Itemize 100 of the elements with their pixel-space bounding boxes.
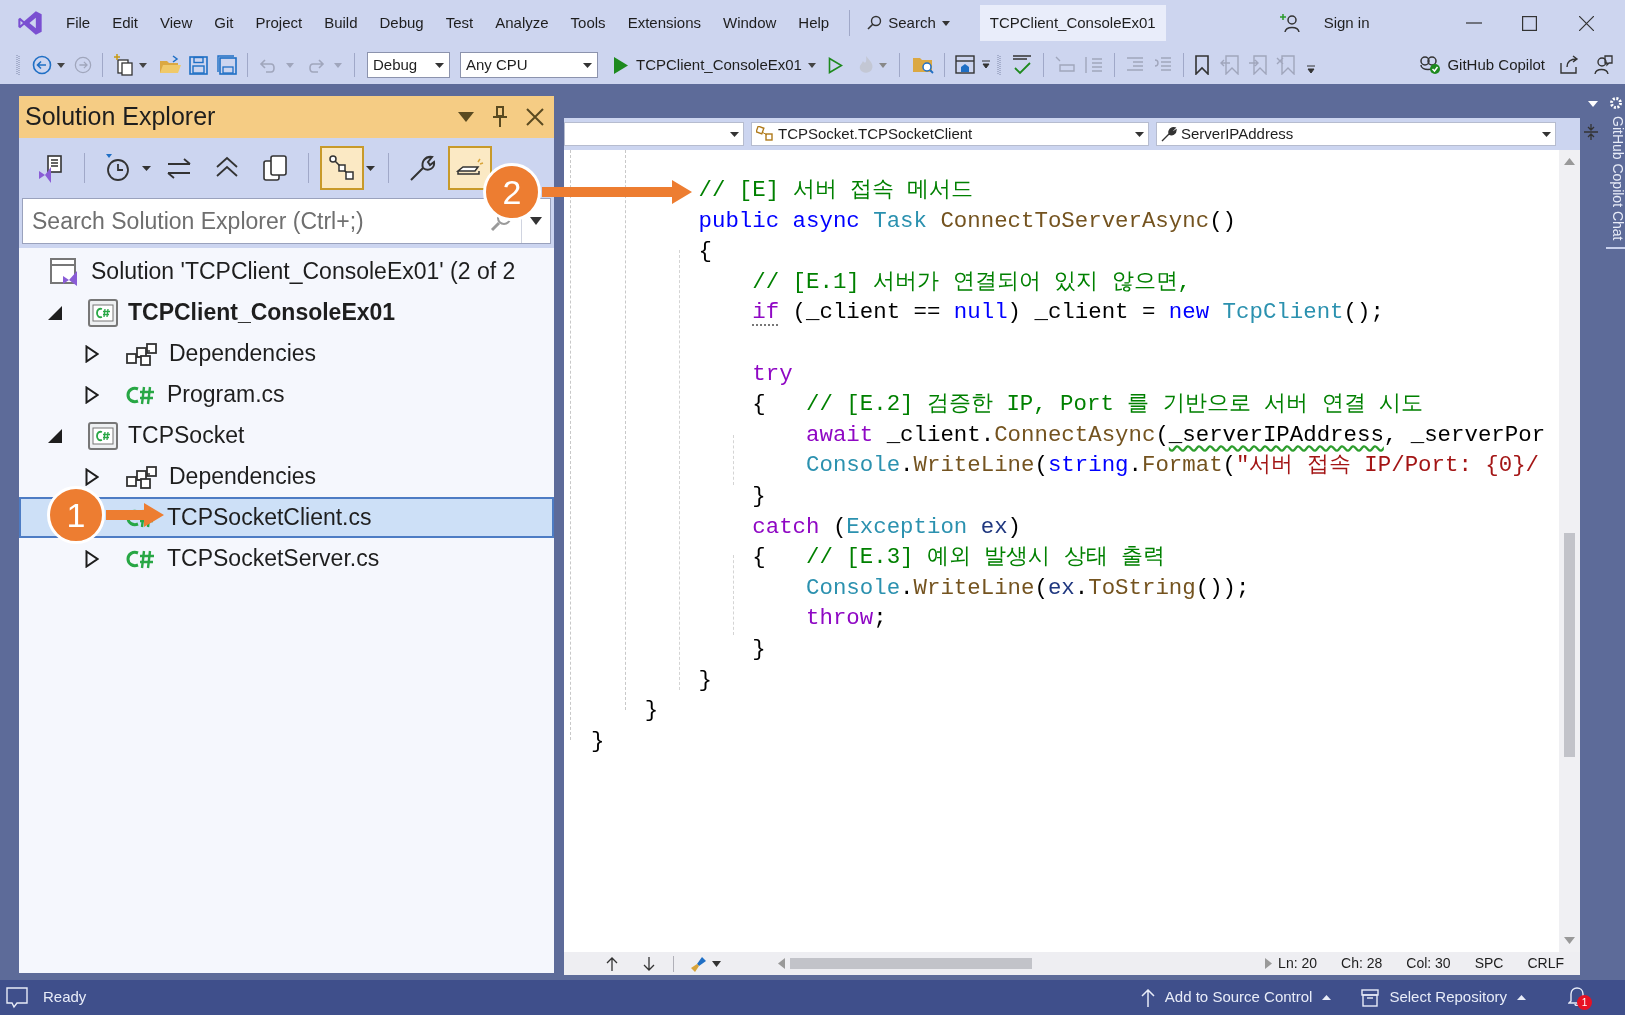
copy-icon <box>260 153 290 183</box>
menu-item[interactable]: Analyze <box>487 8 557 38</box>
menu-item[interactable]: Project <box>247 8 311 38</box>
arrow-up-icon[interactable] <box>606 956 618 971</box>
split-icon[interactable] <box>1584 124 1598 140</box>
window-icon[interactable] <box>954 55 975 75</box>
caret-icon[interactable] <box>530 217 542 225</box>
tree-item[interactable]: Dependencies <box>19 333 554 374</box>
close-icon[interactable] <box>526 108 544 126</box>
code-line: if (_client == null) _client = new TcpClient(); <box>752 298 1384 328</box>
person-add-icon <box>1279 13 1302 33</box>
minimize-icon[interactable] <box>1465 22 1482 24</box>
add-to-source-control-button[interactable]: Add to Source Control <box>1140 982 1332 1013</box>
code-line: Console.WriteLine(ex.ToString()); <box>806 573 1250 603</box>
class-dropdown[interactable]: TCPSocket.TCPSocketClient <box>751 122 1149 146</box>
menu-item[interactable]: Edit <box>104 8 147 38</box>
caret-icon[interactable] <box>139 62 147 68</box>
collapsed-arrow-icon[interactable] <box>85 467 99 486</box>
arrow-up-icon <box>1140 988 1155 1007</box>
share-icon[interactable] <box>1559 55 1579 75</box>
spell-check-icon[interactable] <box>1010 54 1033 76</box>
scroll-thumb[interactable] <box>1564 533 1575 757</box>
code-line: { <box>698 237 712 267</box>
code-line: } <box>644 696 659 726</box>
new-item-icon[interactable] <box>113 54 135 76</box>
tree-nodes-button[interactable] <box>320 146 364 190</box>
menu-item[interactable]: Test <box>437 8 482 38</box>
back-icon[interactable] <box>32 55 52 75</box>
vertical-scrollbar[interactable] <box>1559 150 1580 952</box>
menu-item[interactable]: Help <box>790 8 838 38</box>
overflow-icon[interactable] <box>1305 65 1316 75</box>
logo-icon <box>16 9 44 37</box>
search-button[interactable]: Search <box>862 8 954 38</box>
tree-item[interactable]: TCPSocket <box>19 415 554 456</box>
caret-icon[interactable] <box>57 62 65 68</box>
configuration-dropdown[interactable]: Debug <box>367 52 450 78</box>
select-repository-button[interactable]: Select Repository <box>1361 982 1526 1013</box>
copilot-icon <box>1419 55 1442 75</box>
code-line: } <box>698 665 712 695</box>
notification-button[interactable]: 1 <box>1568 985 1590 1010</box>
save-icon[interactable] <box>189 55 208 75</box>
scroll-thumb[interactable] <box>790 958 1032 969</box>
brush-icon[interactable] <box>690 954 708 973</box>
play-outline-icon[interactable] <box>827 56 843 74</box>
bookmark-icon[interactable] <box>1193 55 1210 75</box>
save-all-icon[interactable] <box>217 55 237 75</box>
code-line: Console.WriteLine(string.Format("서버 접속 IP/Port: {0}/ <box>806 451 1540 481</box>
menu-item[interactable]: File <box>58 8 99 38</box>
arrow-down-icon[interactable] <box>643 956 655 971</box>
feedback-icon[interactable] <box>1593 55 1613 75</box>
caret-icon <box>1135 131 1144 137</box>
start-button[interactable]: TCPClient_ConsoleEx01 <box>610 51 806 79</box>
pin-icon[interactable] <box>492 106 508 128</box>
overflow-icon[interactable] <box>980 60 991 70</box>
callout-arrow <box>106 503 164 527</box>
copilot-button[interactable]: GitHub Copilot <box>1415 51 1549 79</box>
expanded-arrow-icon[interactable] <box>48 428 62 443</box>
folder-search-icon[interactable] <box>911 55 934 75</box>
caret-icon <box>366 165 375 171</box>
tree-item[interactable]: Program.cs <box>19 374 554 415</box>
sign-in-button[interactable]: Sign in <box>1275 7 1374 39</box>
preview-button[interactable] <box>448 146 492 190</box>
caret-icon <box>142 165 151 171</box>
code-line: } <box>752 481 766 511</box>
settings-icon[interactable] <box>1609 96 1623 110</box>
collapsed-arrow-icon[interactable] <box>85 385 99 404</box>
code-line: } <box>591 726 605 756</box>
collapsed-arrow-icon[interactable] <box>85 344 99 363</box>
menu-item[interactable]: View <box>152 8 201 38</box>
caret-icon[interactable] <box>807 62 816 68</box>
dependencies-icon <box>125 341 159 366</box>
close-icon[interactable] <box>1578 15 1594 31</box>
menu-item[interactable]: Build <box>316 8 366 38</box>
window-title: TCPClient_ConsoleEx01 <box>979 5 1166 41</box>
code-line: public async Task ConnectToServerAsync() <box>698 206 1236 236</box>
menu-item[interactable]: Debug <box>371 8 432 38</box>
collapsed-arrow-icon[interactable] <box>85 549 99 568</box>
tree-item[interactable]: TCPClient_ConsoleEx01 <box>19 292 554 333</box>
toolbar-grip-icon <box>996 54 1001 76</box>
caret-icon[interactable] <box>458 112 474 122</box>
expanded-arrow-icon[interactable] <box>48 305 62 320</box>
code-line: } <box>752 634 766 664</box>
chat-bubble-icon[interactable] <box>6 986 28 1009</box>
search-icon <box>866 15 883 31</box>
menu-item[interactable]: Window <box>715 8 785 38</box>
member-dropdown[interactable]: ServerIPAddress <box>1156 122 1556 146</box>
tree-item[interactable]: Solution 'TCPClient_ConsoleEx01' (2 of 2 <box>19 251 554 292</box>
caret-icon[interactable] <box>712 960 721 967</box>
code-line: throw; <box>806 604 887 634</box>
status-text: Col: 30 <box>1406 954 1451 973</box>
maximize-icon[interactable] <box>1521 15 1537 31</box>
csharp-project-icon <box>88 421 118 450</box>
caret-icon <box>435 62 444 68</box>
menu-item[interactable]: Git <box>206 8 242 38</box>
code-line: try <box>752 359 793 389</box>
caret-icon <box>1542 131 1551 137</box>
menu-item[interactable]: Extensions <box>619 8 709 38</box>
platform-dropdown[interactable]: Any CPU <box>460 52 598 78</box>
code-line: // [E.1] 서버가 연결되어 있지 않으면, <box>752 267 1191 297</box>
menu-item[interactable]: Tools <box>562 8 614 38</box>
